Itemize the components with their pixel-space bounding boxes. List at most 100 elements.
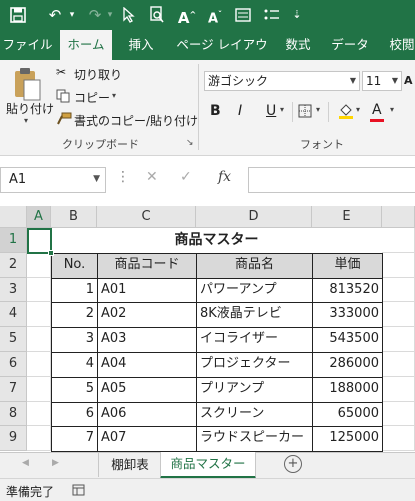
undo-dropdown-icon[interactable]: ▾ <box>66 0 78 30</box>
tab-data[interactable]: データ <box>326 30 374 60</box>
table-cell[interactable]: A03 <box>97 327 197 353</box>
redo-dropdown-icon[interactable]: ▾ <box>104 0 116 30</box>
table-cell[interactable]: A01 <box>97 277 197 304</box>
table-cell[interactable]: 6 <box>51 401 98 428</box>
form-icon[interactable] <box>232 0 254 30</box>
cancel-icon[interactable]: ✕ <box>146 169 158 185</box>
pointer-icon[interactable] <box>120 0 138 30</box>
col-header-e[interactable]: E <box>312 206 382 228</box>
undo-icon[interactable]: ↶ <box>44 0 66 30</box>
table-cell[interactable]: イコライザー <box>196 327 313 353</box>
fill-color-dropdown-icon[interactable]: ▾ <box>356 105 360 114</box>
cell[interactable] <box>382 277 415 303</box>
fill-color-icon[interactable] <box>338 102 354 120</box>
cell[interactable] <box>27 426 51 452</box>
table-cell[interactable]: 188000 <box>312 376 383 403</box>
cell[interactable] <box>27 302 51 328</box>
cell[interactable] <box>27 327 51 352</box>
cell[interactable] <box>382 426 415 452</box>
scroll-right-icon[interactable]: ▶ <box>52 458 59 468</box>
table-cell[interactable]: 5 <box>51 376 98 403</box>
clipboard-launcher-icon[interactable]: ↘ <box>186 138 194 148</box>
table-cell[interactable]: 8K液晶テレビ <box>196 302 313 329</box>
tab-review[interactable]: 校閲 <box>382 30 415 60</box>
cell[interactable] <box>382 376 415 402</box>
fill-handle[interactable] <box>48 249 54 256</box>
decrease-font-icon[interactable]: Aˇ <box>204 0 226 30</box>
row-header[interactable]: 3 <box>0 277 27 303</box>
table-cell[interactable]: 543500 <box>312 327 383 353</box>
cell[interactable] <box>27 352 51 377</box>
font-color-dropdown-icon[interactable]: ▾ <box>390 105 394 114</box>
redo-icon[interactable]: ↷ <box>84 0 106 30</box>
font-size-select[interactable]: 11 ▼ <box>362 71 402 91</box>
cell[interactable] <box>382 252 415 278</box>
borders-icon[interactable] <box>298 104 312 118</box>
cell[interactable] <box>382 302 415 328</box>
tab-formulas[interactable]: 数式 <box>278 30 318 60</box>
copy-button[interactable]: コピー <box>74 89 110 106</box>
table-cell[interactable]: プリアンプ <box>196 376 313 403</box>
insert-function-icon[interactable]: fx <box>218 169 231 185</box>
name-box[interactable]: A1 ▼ <box>0 167 106 193</box>
table-cell[interactable]: ラウドスピーカー <box>196 426 313 452</box>
italic-button[interactable]: I <box>238 103 242 119</box>
col-header-a[interactable]: A <box>27 206 51 228</box>
cell[interactable] <box>27 376 51 402</box>
table-cell[interactable]: A06 <box>97 401 197 428</box>
tab-insert[interactable]: 挿入 <box>118 30 164 60</box>
table-cell[interactable]: A04 <box>97 352 197 378</box>
underline-dropdown-icon[interactable]: ▾ <box>280 105 284 114</box>
copy-dropdown-icon[interactable]: ▾ <box>112 91 116 100</box>
borders-dropdown-icon[interactable]: ▾ <box>316 105 320 114</box>
tab-page-layout[interactable]: ページ レイアウト <box>172 30 272 82</box>
table-cell[interactable]: 125000 <box>312 426 383 452</box>
increase-font-icon[interactable]: A^ <box>176 0 198 30</box>
font-name-select[interactable]: 游ゴシック ▼ <box>204 71 360 91</box>
table-cell[interactable]: 813520 <box>312 277 383 304</box>
row-header[interactable]: 8 <box>0 401 27 427</box>
table-cell[interactable]: スクリーン <box>196 401 313 428</box>
format-painter-button[interactable]: 書式のコピー/貼り付け <box>74 112 198 129</box>
cell[interactable] <box>382 228 415 253</box>
row-header[interactable]: 5 <box>0 327 27 352</box>
table-cell[interactable]: 286000 <box>312 352 383 378</box>
scroll-left-icon[interactable]: ◀ <box>22 458 29 468</box>
add-sheet-icon[interactable]: + <box>284 455 302 473</box>
table-cell[interactable]: 1 <box>51 277 98 304</box>
cell[interactable] <box>382 401 415 427</box>
row-header[interactable]: 4 <box>0 302 27 328</box>
underline-button[interactable]: U <box>266 103 276 119</box>
bold-button[interactable]: B <box>210 103 221 119</box>
table-cell[interactable]: パワーアンプ <box>196 277 313 304</box>
clipboard-paste-icon[interactable] <box>12 66 42 104</box>
table-cell[interactable]: 7 <box>51 426 98 452</box>
col-header-c[interactable]: C <box>97 206 196 228</box>
table-cell[interactable]: プロジェクター <box>196 352 313 378</box>
table-cell[interactable]: 65000 <box>312 401 383 428</box>
tab-home[interactable]: ホーム <box>60 30 112 60</box>
cell[interactable] <box>27 277 51 303</box>
row-header[interactable]: 9 <box>0 426 27 452</box>
cell[interactable] <box>382 327 415 352</box>
chevron-down-icon[interactable]: ▼ <box>93 174 100 184</box>
cell[interactable] <box>382 352 415 377</box>
formula-input[interactable] <box>248 167 415 193</box>
cut-button[interactable]: 切り取り <box>74 66 122 83</box>
table-cell[interactable]: 4 <box>51 352 98 378</box>
table-cell[interactable]: A05 <box>97 376 197 403</box>
table-cell[interactable]: 333000 <box>312 302 383 329</box>
customize-qat-icon[interactable]: ⇣ <box>290 0 304 30</box>
bullet-list-icon[interactable] <box>262 0 282 30</box>
table-cell[interactable]: A07 <box>97 426 197 452</box>
cell[interactable] <box>27 252 51 278</box>
table-cell[interactable]: A02 <box>97 302 197 329</box>
row-header[interactable]: 6 <box>0 352 27 377</box>
table-cell[interactable]: 3 <box>51 327 98 353</box>
cell[interactable] <box>27 401 51 427</box>
save-icon[interactable] <box>6 0 30 30</box>
tab-file[interactable]: ファイル <box>0 30 55 60</box>
table-cell[interactable]: 2 <box>51 302 98 329</box>
grow-font-icon[interactable]: A <box>404 74 413 87</box>
row-header[interactable]: 1 <box>0 228 27 253</box>
